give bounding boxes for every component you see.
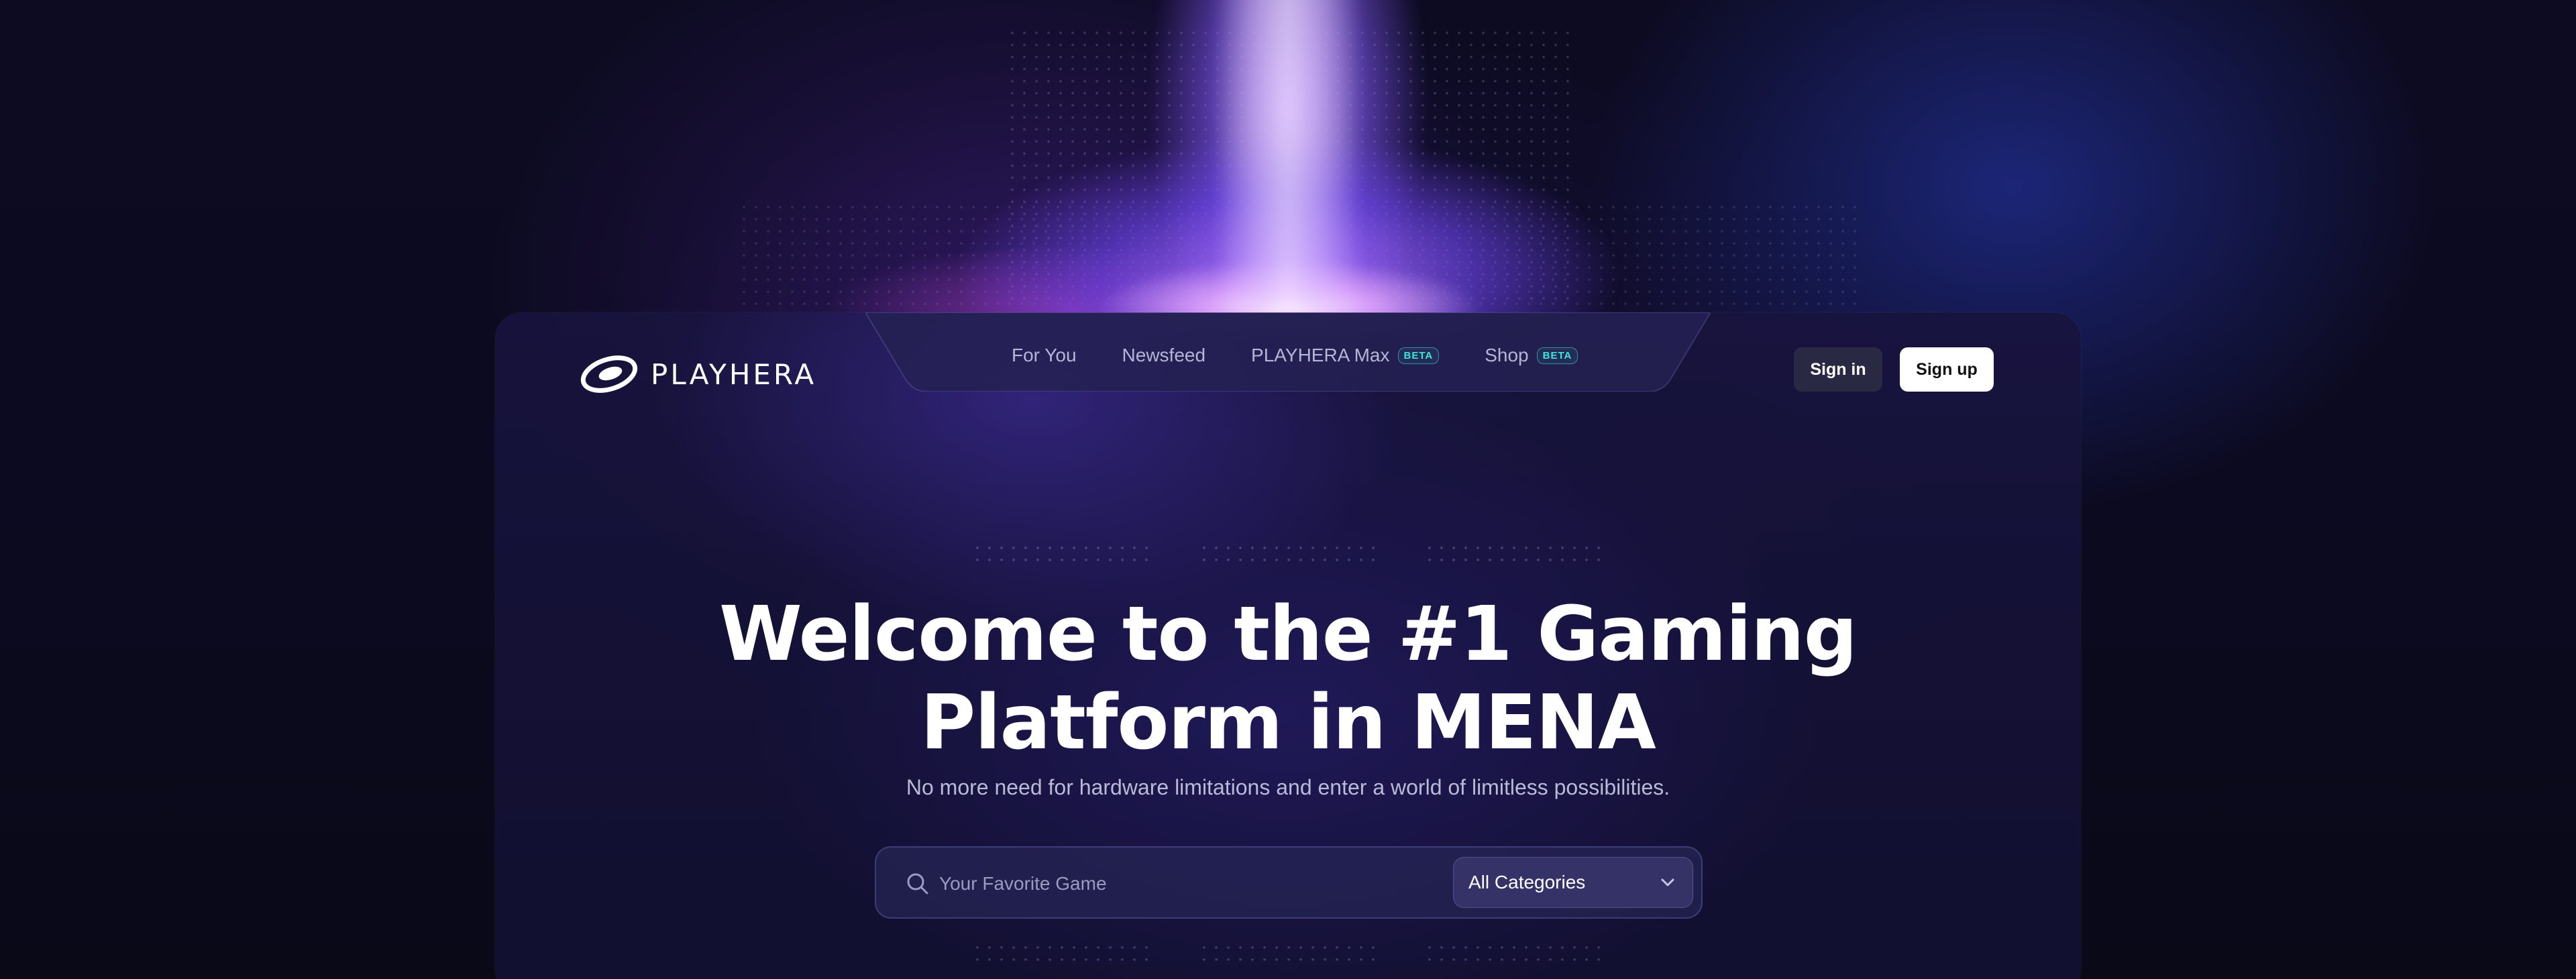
decorative-dots bbox=[971, 941, 1152, 968]
search-icon bbox=[907, 873, 928, 895]
page-background: PLAYHERA For You Newsfeed PLAYHERA Max B… bbox=[0, 0, 2576, 979]
chevron-down-icon bbox=[1661, 878, 1674, 886]
hero-title: Welcome to the #1 Gaming Platform in MEN… bbox=[0, 590, 2576, 767]
category-select-value: All Categories bbox=[1468, 872, 1586, 892]
beta-badge: BETA bbox=[1536, 347, 1578, 364]
nav-item-label: For You bbox=[1012, 345, 1077, 365]
nav-item-playhera-max[interactable]: PLAYHERA Max BETA bbox=[1251, 345, 1440, 366]
main-nav: For You Newsfeed PLAYHERA Max BETA Shop … bbox=[1012, 345, 1578, 366]
search-input[interactable] bbox=[939, 864, 1409, 904]
game-search-bar: All Categories bbox=[875, 846, 1703, 919]
hero-subtitle: No more need for hardware limitations an… bbox=[906, 775, 1670, 799]
sign-up-button[interactable]: Sign up bbox=[1900, 347, 1994, 392]
decorative-dots bbox=[1424, 542, 1605, 566]
nav-item-shop[interactable]: Shop BETA bbox=[1485, 345, 1578, 366]
hero-title-line2: Platform in MENA bbox=[920, 679, 1656, 766]
beta-badge: BETA bbox=[1397, 347, 1440, 364]
brand-logo[interactable]: PLAYHERA bbox=[580, 354, 816, 394]
decorative-dots bbox=[1198, 941, 1379, 968]
sign-in-button[interactable]: Sign in bbox=[1794, 347, 1882, 392]
brand-name: PLAYHERA bbox=[651, 357, 817, 391]
playhera-logo-icon bbox=[580, 355, 638, 393]
light-beam-core bbox=[1214, 0, 1362, 308]
nav-item-label: Shop bbox=[1485, 345, 1529, 365]
decorative-dots bbox=[1424, 941, 1605, 968]
decorative-dots bbox=[1198, 542, 1379, 566]
decorative-dots bbox=[971, 542, 1152, 566]
nav-item-newsfeed[interactable]: Newsfeed bbox=[1122, 345, 1206, 366]
nav-item-label: Newsfeed bbox=[1122, 345, 1206, 365]
nav-item-label: PLAYHERA Max bbox=[1251, 345, 1390, 365]
nav-item-for-you[interactable]: For You bbox=[1012, 345, 1077, 366]
hero-title-line1: Welcome to the #1 Gaming bbox=[719, 591, 1858, 678]
category-select[interactable]: All Categories bbox=[1453, 857, 1693, 908]
